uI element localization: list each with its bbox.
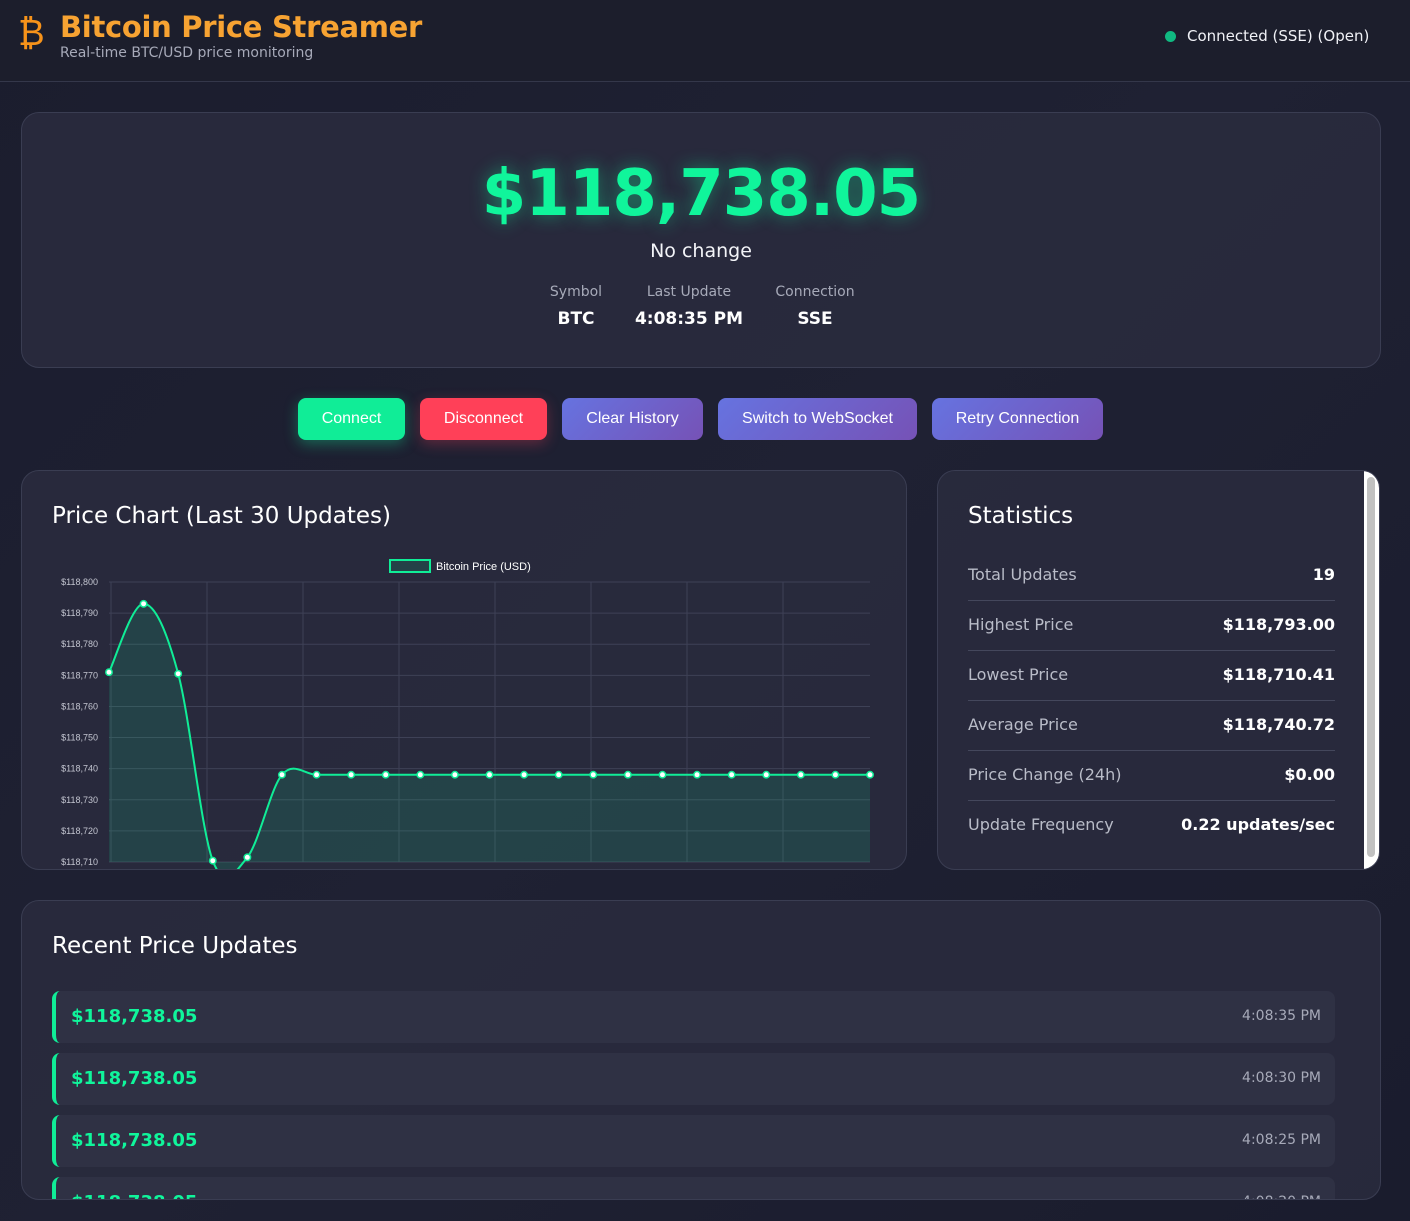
recent-panel: Recent Price Updates $118,738.05 4:08:35 …	[21, 900, 1381, 1200]
list-item: $118,738.05 4:08:30 PM	[52, 1053, 1335, 1105]
recent-price: $118,738.05	[71, 1068, 198, 1089]
recent-time: 4:08:25 PM	[1242, 1132, 1321, 1148]
stat-value: $118,740.72	[1222, 715, 1335, 734]
meta-label: Symbol	[549, 284, 603, 300]
list-item: $118,738.05 4:08:35 PM	[52, 991, 1335, 1043]
stat-row: Update Frequency 0.22 updates/sec	[968, 801, 1335, 851]
meta-value: 4:08:35 PM	[634, 309, 744, 329]
meta-label: Last Update	[646, 284, 732, 300]
y-tick-label: $118,750	[61, 733, 98, 743]
stat-label: Lowest Price	[968, 665, 1069, 684]
data-point	[174, 669, 183, 678]
recent-list[interactable]: $118,738.05 4:08:35 PM $118,738.05 4:08:30 …	[52, 981, 1352, 1199]
stat-row: Lowest Price $118,710.41	[968, 651, 1335, 701]
data-point	[554, 770, 563, 779]
data-point	[347, 770, 356, 779]
app-subtitle: Real-time BTC/USD price monitoring	[60, 45, 314, 61]
meta-value: BTC	[557, 309, 595, 329]
recent-time: 4:08:30 PM	[1242, 1070, 1321, 1086]
data-point	[278, 770, 286, 779]
price-change: No change	[650, 240, 752, 262]
app-title: Bitcoin Price Streamer	[60, 10, 423, 44]
y-tick-label: $118,800	[61, 577, 98, 587]
data-point	[416, 770, 425, 779]
data-point	[762, 770, 771, 779]
stat-label: Average Price	[968, 715, 1078, 734]
y-tick-label: $118,790	[61, 608, 98, 618]
recent-time: 4:08:35 PM	[1242, 1008, 1321, 1024]
stat-value: 0.22 updates/sec	[1181, 815, 1335, 834]
switch-websocket-button[interactable]: Switch to WebSocket	[718, 398, 917, 440]
stats-scrollbar[interactable]	[1364, 471, 1379, 869]
data-point	[312, 770, 321, 779]
data-point	[589, 770, 598, 779]
stats-panel: Statistics Total Updates 19 Highest Price $…	[937, 470, 1380, 870]
retry-connection-button[interactable]: Retry Connection	[932, 398, 1103, 440]
app-header: ₿ Bitcoin Price Streamer Real-time BTC/U…	[0, 0, 1410, 82]
data-point	[381, 770, 390, 779]
data-point	[693, 770, 701, 779]
data-point	[450, 770, 459, 779]
legend-swatch	[389, 559, 431, 573]
scrollbar-thumb[interactable]	[1367, 477, 1375, 857]
series-area	[109, 603, 870, 869]
connection-status: Connected (SSE) (Open)	[1165, 27, 1369, 45]
stat-value: $118,793.00	[1222, 615, 1335, 634]
recent-title: Recent Price Updates	[52, 933, 298, 959]
stat-value: $118,710.41	[1222, 665, 1335, 684]
recent-price: $118,738.05	[71, 1130, 198, 1151]
stat-row: Total Updates 19	[968, 551, 1335, 601]
bitcoin-icon: ₿	[18, 13, 45, 54]
stats-title: Statistics	[968, 503, 1074, 529]
data-point	[485, 770, 494, 779]
y-tick-label: $118,780	[61, 639, 98, 649]
stat-row: Average Price $118,740.72	[968, 701, 1335, 751]
data-point	[727, 770, 736, 779]
stat-value: $0.00	[1284, 765, 1335, 784]
price-chart: $118,800 $118,790 $118,780 $118,770 $118,760…	[61, 559, 874, 869]
clear-history-button[interactable]: Clear History	[562, 398, 703, 440]
list-item: $118,738.05 4:08:20 PM	[52, 1177, 1335, 1199]
stat-label: Highest Price	[968, 615, 1074, 634]
current-price: $118,738.05	[481, 157, 921, 231]
data-point	[796, 770, 805, 779]
recent-time: 4:08:20 PM	[1242, 1194, 1321, 1199]
stat-row: Price Change (24h) $0.00	[968, 751, 1335, 801]
recent-price: $118,738.05	[71, 1006, 198, 1027]
recent-price: $118,738.05	[71, 1192, 197, 1199]
data-point	[520, 770, 529, 779]
data-point	[208, 856, 217, 865]
y-tick-label: $118,740	[61, 764, 98, 774]
y-tick-label: $118,720	[61, 826, 98, 836]
connect-button[interactable]: Connect	[298, 398, 405, 440]
meta-last-update: Last Update 4:08:35 PM	[629, 284, 749, 329]
data-point	[623, 770, 632, 779]
data-point	[866, 770, 874, 779]
data-point	[658, 770, 667, 779]
stat-value: 19	[1312, 565, 1335, 584]
stat-row: Highest Price $118,793.00	[968, 601, 1335, 651]
stat-label: Update Frequency	[968, 815, 1114, 834]
price-panel: $118,738.05 No change Symbol BTC Last Up…	[21, 112, 1381, 368]
data-point	[105, 668, 113, 677]
meta-value: SSE	[797, 309, 833, 329]
data-point	[831, 770, 840, 779]
data-point	[139, 599, 148, 608]
meta-label: Connection	[775, 284, 855, 300]
stat-label: Price Change (24h)	[968, 765, 1122, 784]
y-tick-label: $118,730	[61, 795, 98, 805]
status-text: Connected (SSE) (Open)	[1187, 27, 1370, 45]
stat-label: Total Updates	[968, 565, 1077, 584]
data-point	[243, 853, 252, 862]
meta-connection: Connection SSE	[765, 284, 865, 329]
legend-label: Bitcoin Price (USD)	[436, 561, 531, 573]
disconnect-button[interactable]: Disconnect	[420, 398, 547, 440]
y-tick-label: $118,710	[61, 857, 98, 867]
list-item: $118,738.05 4:08:25 PM	[52, 1115, 1335, 1167]
y-tick-label: $118,770	[61, 670, 98, 680]
status-dot-icon	[1165, 30, 1176, 42]
meta-symbol: Symbol BTC	[536, 284, 616, 329]
chart-panel: Price Chart (Last 30 Updates) $118,800 $1…	[21, 470, 907, 870]
y-tick-label: $118,760	[61, 701, 98, 711]
